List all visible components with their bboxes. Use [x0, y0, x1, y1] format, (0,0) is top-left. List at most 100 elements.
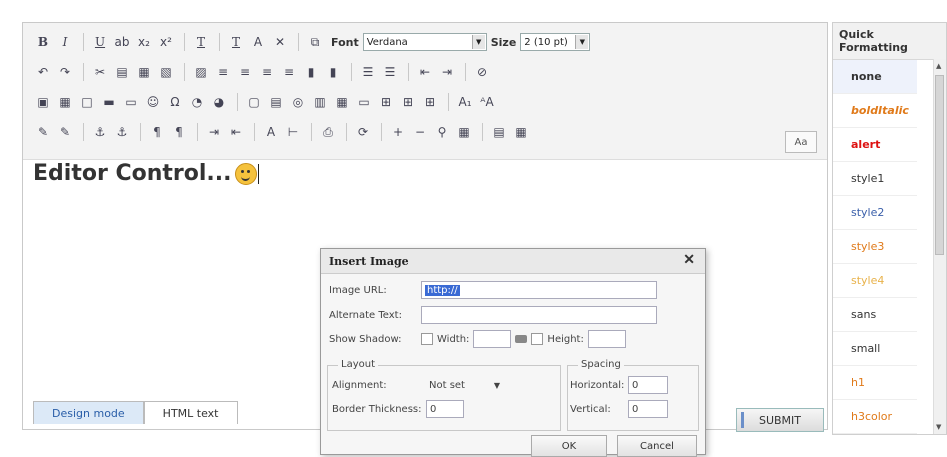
- row3-tool-19-icon[interactable]: ᴬA: [477, 92, 497, 112]
- row2-tool-13-icon[interactable]: ☰: [358, 62, 378, 82]
- row4-tool-13-icon[interactable]: −: [410, 122, 430, 142]
- row3-tool-17-icon[interactable]: ⊞: [420, 92, 440, 112]
- row2-tool-7-icon[interactable]: ≡: [213, 62, 233, 82]
- row2-tool-15-icon[interactable]: ⇤: [415, 62, 435, 82]
- quick-format-item-boldItalic[interactable]: boldItalic: [833, 94, 917, 128]
- image-url-input[interactable]: http://: [421, 281, 657, 299]
- scroll-thumb[interactable]: [935, 75, 944, 255]
- quick-format-item-alert[interactable]: alert: [833, 128, 917, 162]
- font-case-button[interactable]: Aa: [785, 131, 817, 153]
- row3-tool-14-icon[interactable]: ▭: [354, 92, 374, 112]
- editor-content[interactable]: Editor Control...: [33, 161, 260, 186]
- row2-tool-17-icon[interactable]: ⊘: [472, 62, 492, 82]
- row1-tool-1-icon[interactable]: I: [55, 32, 75, 52]
- quick-format-item-small[interactable]: small: [833, 332, 917, 366]
- tab-design-mode[interactable]: Design mode: [33, 401, 144, 424]
- row3-tool-4-icon[interactable]: ▭: [121, 92, 141, 112]
- row4-tool-4-icon[interactable]: ¶: [147, 122, 167, 142]
- row4-tool-6-icon[interactable]: ⇥: [204, 122, 224, 142]
- ok-button[interactable]: OK: [531, 435, 607, 457]
- row3-tool-9-icon[interactable]: ▢: [244, 92, 264, 112]
- row2-tool-5-icon[interactable]: ▧: [156, 62, 176, 82]
- row3-tool-13-icon[interactable]: ▦: [332, 92, 352, 112]
- row3-tool-12-icon[interactable]: ▥: [310, 92, 330, 112]
- row3-tool-8-icon[interactable]: ◕: [209, 92, 229, 112]
- row1-tool-10-icon[interactable]: ⧉: [305, 32, 325, 52]
- quick-format-item-sans[interactable]: sans: [833, 298, 917, 332]
- row3-tool-5-icon[interactable]: ☺: [143, 92, 163, 112]
- quick-format-item-h1[interactable]: h1: [833, 366, 917, 400]
- row3-tool-15-icon[interactable]: ⊞: [376, 92, 396, 112]
- row3-tool-1-icon[interactable]: ▦: [55, 92, 75, 112]
- row2-tool-12-icon[interactable]: ▮: [323, 62, 343, 82]
- row1-tool-6-icon[interactable]: T: [191, 32, 211, 52]
- row4-tool-16-icon[interactable]: ▤: [489, 122, 509, 142]
- row1-tool-3-icon[interactable]: ab: [112, 32, 132, 52]
- row4-tool-9-icon[interactable]: ⊢: [283, 122, 303, 142]
- vertical-input[interactable]: 0: [628, 400, 668, 418]
- alt-text-input[interactable]: [421, 306, 657, 324]
- row4-tool-8-icon[interactable]: A: [261, 122, 281, 142]
- width-input[interactable]: [473, 330, 512, 348]
- row1-tool-7-icon[interactable]: T: [226, 32, 246, 52]
- row3-tool-6-icon[interactable]: Ω: [165, 92, 185, 112]
- row2-tool-1-icon[interactable]: ↷: [55, 62, 75, 82]
- row4-tool-2-icon[interactable]: ⚓: [90, 122, 110, 142]
- row4-tool-11-icon[interactable]: ⟳: [353, 122, 373, 142]
- row3-tool-16-icon[interactable]: ⊞: [398, 92, 418, 112]
- height-checkbox[interactable]: [531, 333, 544, 345]
- row2-tool-11-icon[interactable]: ▮: [301, 62, 321, 82]
- row4-tool-12-icon[interactable]: +: [388, 122, 408, 142]
- quick-format-item-style3[interactable]: style3: [833, 230, 917, 264]
- scroll-up-icon[interactable]: ▲: [936, 62, 941, 70]
- alignment-select[interactable]: Not set ▼: [426, 376, 506, 394]
- row2-tool-10-icon[interactable]: ≡: [279, 62, 299, 82]
- row4-tool-0-icon[interactable]: ✎: [33, 122, 53, 142]
- row2-tool-9-icon[interactable]: ≡: [257, 62, 277, 82]
- row3-tool-10-icon[interactable]: ▤: [266, 92, 286, 112]
- row4-tool-15-icon[interactable]: ▦: [454, 122, 474, 142]
- quick-format-item-h3color[interactable]: h3color: [833, 400, 917, 434]
- quick-format-item-style4[interactable]: style4: [833, 264, 917, 298]
- row3-tool-3-icon[interactable]: ▬: [99, 92, 119, 112]
- row1-tool-4-icon[interactable]: x₂: [134, 32, 154, 52]
- row3-tool-7-icon[interactable]: ◔: [187, 92, 207, 112]
- row2-tool-6-icon[interactable]: ▨: [191, 62, 211, 82]
- show-shadow-checkbox[interactable]: [421, 333, 433, 345]
- row2-tool-4-icon[interactable]: ▦: [134, 62, 154, 82]
- horizontal-input[interactable]: 0: [628, 376, 668, 394]
- quick-format-item-style2[interactable]: style2: [833, 196, 917, 230]
- row2-tool-16-icon[interactable]: ⇥: [437, 62, 457, 82]
- row4-tool-14-icon[interactable]: ⚲: [432, 122, 452, 142]
- row2-tool-8-icon[interactable]: ≡: [235, 62, 255, 82]
- row3-tool-11-icon[interactable]: ◎: [288, 92, 308, 112]
- scroll-down-icon[interactable]: ▼: [936, 423, 941, 431]
- row1-tool-0-icon[interactable]: B: [33, 32, 53, 52]
- row4-tool-7-icon[interactable]: ⇤: [226, 122, 246, 142]
- row2-tool-2-icon[interactable]: ✂: [90, 62, 110, 82]
- quick-format-item-style1[interactable]: style1: [833, 162, 917, 196]
- row4-tool-3-icon[interactable]: ⚓: [112, 122, 132, 142]
- tab-html-text[interactable]: HTML text: [143, 401, 238, 424]
- row1-tool-5-icon[interactable]: x²: [156, 32, 176, 52]
- close-icon[interactable]: ✕: [683, 252, 695, 268]
- submit-button[interactable]: SUBMIT: [736, 408, 824, 432]
- row1-tool-2-icon[interactable]: U: [90, 32, 110, 52]
- row3-tool-0-icon[interactable]: ▣: [33, 92, 53, 112]
- border-thickness-input[interactable]: 0: [426, 400, 464, 418]
- height-input[interactable]: [587, 330, 626, 348]
- row1-tool-8-icon[interactable]: A: [248, 32, 268, 52]
- row2-tool-14-icon[interactable]: ☰: [380, 62, 400, 82]
- lock-ratio-icon[interactable]: [515, 335, 528, 343]
- row4-tool-5-icon[interactable]: ¶: [169, 122, 189, 142]
- row3-tool-18-icon[interactable]: A₁: [455, 92, 475, 112]
- quick-format-item-none[interactable]: none: [833, 60, 917, 94]
- row3-tool-2-icon[interactable]: □: [77, 92, 97, 112]
- cancel-button[interactable]: Cancel: [617, 435, 697, 457]
- row1-tool-9-icon[interactable]: ✕: [270, 32, 290, 52]
- row4-tool-17-icon[interactable]: ▦: [511, 122, 531, 142]
- row2-tool-3-icon[interactable]: ▤: [112, 62, 132, 82]
- row2-tool-0-icon[interactable]: ↶: [33, 62, 53, 82]
- row4-tool-10-icon[interactable]: ⎙: [318, 122, 338, 142]
- size-select[interactable]: 2 (10 pt) ▼: [520, 33, 591, 51]
